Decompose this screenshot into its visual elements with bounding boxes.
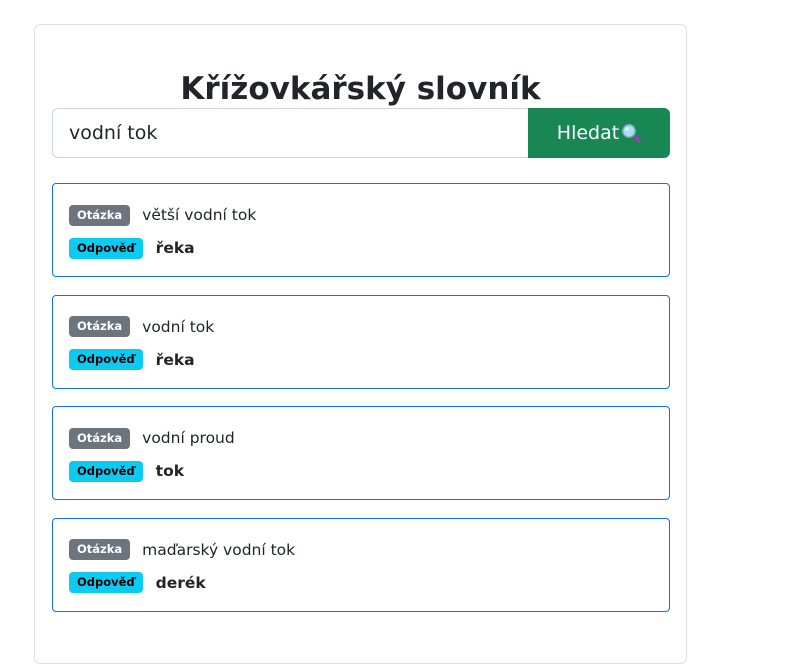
magnifier-icon [621, 123, 641, 143]
answer-badge: Odpověď [69, 349, 143, 370]
search-button-label: Hledat [556, 122, 620, 144]
question-text: vodní proud [142, 429, 235, 447]
results-list: Otázka větší vodní tok Odpověď řeka Otáz… [52, 183, 670, 629]
result-item: Otázka maďarský vodní tok Odpověď derék [52, 517, 670, 612]
answer-badge: Odpověď [69, 572, 143, 593]
answer-text: řeka [155, 239, 195, 257]
search-form: Hledat [52, 108, 670, 158]
result-item: Otázka vodní proud Odpověď tok [52, 406, 670, 500]
result-item: Otázka vodní tok Odpověď řeka [52, 294, 670, 389]
answer-text: derék [155, 573, 206, 592]
question-text: větší vodní tok [142, 206, 257, 224]
result-item: Otázka větší vodní tok Odpověď řeka [52, 183, 670, 277]
page-title: Křížovkářský slovník [180, 71, 541, 107]
question-text: vodní tok [142, 317, 215, 336]
search-input[interactable] [52, 108, 528, 158]
answer-text: řeka [155, 350, 195, 369]
question-badge: Otázka [69, 427, 131, 449]
question-badge: Otázka [69, 204, 131, 226]
search-button[interactable]: Hledat [528, 108, 670, 158]
answer-badge: Odpověď [69, 237, 143, 259]
question-badge: Otázka [69, 539, 131, 560]
dictionary-card: Křížovkářský slovník Hledat Otázka větší… [34, 24, 687, 664]
answer-text: tok [155, 462, 185, 480]
question-badge: Otázka [69, 316, 131, 337]
question-text: maďarský vodní tok [142, 540, 296, 559]
answer-badge: Odpověď [69, 460, 143, 482]
